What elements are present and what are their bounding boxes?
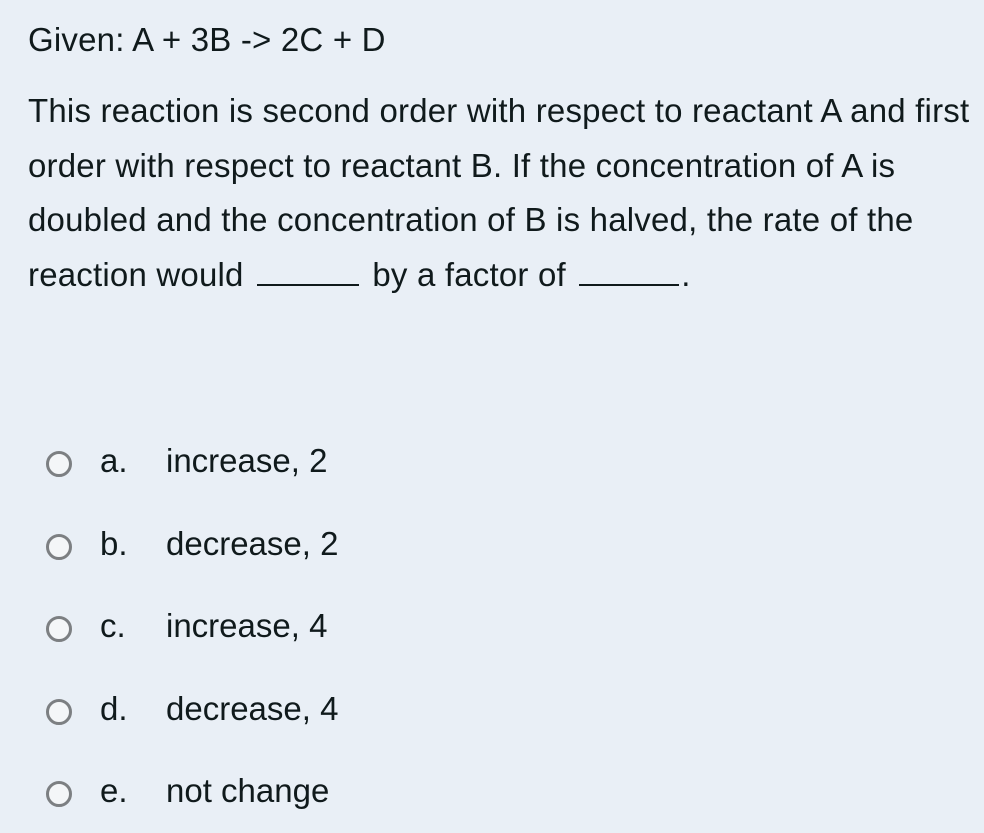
option-b[interactable]: b. decrease, 2 bbox=[46, 503, 338, 586]
option-letter: e. bbox=[100, 772, 128, 810]
radio-button[interactable] bbox=[46, 451, 72, 478]
option-letter: a. bbox=[100, 442, 128, 480]
option-text: decrease, 2 bbox=[166, 524, 339, 562]
option-a[interactable]: a. increase, 2 bbox=[46, 420, 338, 503]
blank-1 bbox=[256, 254, 359, 286]
question-text: This reaction is second order with respe… bbox=[28, 84, 978, 302]
question-text-part3: . bbox=[681, 255, 691, 293]
radio-button[interactable] bbox=[46, 698, 72, 725]
option-letter: d. bbox=[100, 689, 128, 727]
given-equation: Given: A + 3B -> 2C + D bbox=[28, 21, 386, 58]
radio-button[interactable] bbox=[46, 616, 72, 643]
option-text: increase, 4 bbox=[166, 607, 328, 645]
option-d[interactable]: d. decrease, 4 bbox=[46, 668, 338, 751]
answer-options: a. increase, 2 b. decrease, 2 c. increas… bbox=[46, 420, 338, 833]
blank-2 bbox=[579, 254, 680, 286]
option-text: not change bbox=[166, 772, 330, 810]
radio-button[interactable] bbox=[46, 533, 72, 560]
option-text: increase, 2 bbox=[166, 442, 328, 480]
option-e[interactable]: e. not change bbox=[46, 750, 338, 833]
option-c[interactable]: c. increase, 4 bbox=[46, 585, 338, 668]
option-letter: c. bbox=[100, 607, 126, 645]
option-letter: b. bbox=[100, 524, 128, 562]
option-text: decrease, 4 bbox=[166, 689, 339, 727]
question-text-part2: by a factor of bbox=[372, 255, 566, 293]
radio-button[interactable] bbox=[46, 781, 72, 808]
